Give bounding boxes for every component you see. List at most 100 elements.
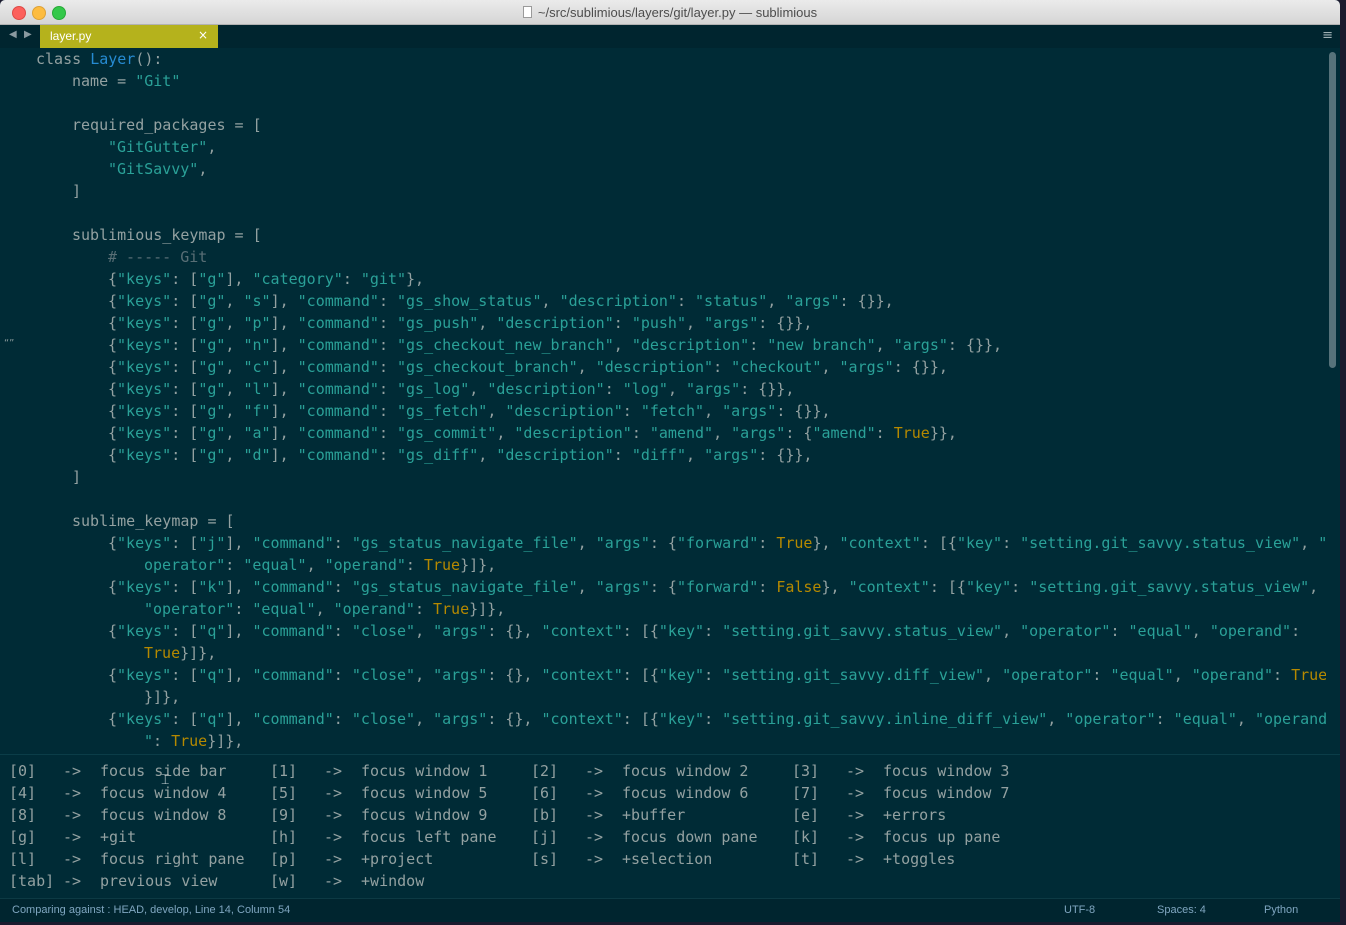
indentation-indicator[interactable]: Spaces: 4 bbox=[1157, 904, 1206, 916]
code-token: "key" bbox=[658, 666, 705, 684]
code-token: "g" bbox=[198, 270, 226, 288]
code-token: "gs_checkout_branch" bbox=[397, 358, 578, 376]
scrollbar-thumb[interactable] bbox=[1329, 52, 1336, 368]
code-token: }, bbox=[406, 270, 425, 288]
tab-layer-py[interactable]: layer.py × bbox=[40, 25, 218, 48]
code-token: "q" bbox=[198, 622, 226, 640]
code-token: , bbox=[541, 292, 560, 310]
code-token: "context" bbox=[541, 622, 623, 640]
which-key-entry[interactable]: [1] -> focus window 1 bbox=[270, 760, 487, 782]
which-key-entry[interactable]: [h] -> focus left pane bbox=[270, 826, 497, 848]
which-key-key: [6] bbox=[531, 784, 559, 802]
which-key-entry[interactable]: [0] -> focus side bar bbox=[9, 760, 226, 782]
which-key-entry[interactable]: [7] -> focus window 7 bbox=[792, 782, 1009, 804]
encoding-indicator[interactable]: UTF-8 bbox=[1064, 904, 1095, 916]
code-token: "amend" bbox=[649, 424, 714, 442]
code-token: class bbox=[36, 50, 91, 68]
code-token: "setting.git_savvy.status_view" bbox=[1029, 578, 1310, 596]
which-key-arrow: -> bbox=[63, 762, 82, 780]
code-token: "operator" bbox=[1002, 666, 1093, 684]
which-key-entry[interactable]: [e] -> +errors bbox=[792, 804, 946, 826]
code-token: , bbox=[225, 402, 244, 420]
code-token: "q" bbox=[198, 710, 226, 728]
which-key-entry[interactable]: [6] -> focus window 6 bbox=[531, 782, 748, 804]
which-key-key: [3] bbox=[792, 762, 820, 780]
syntax-indicator[interactable]: Python bbox=[1264, 904, 1298, 916]
code-token: "command" bbox=[297, 358, 379, 376]
code-token: , bbox=[478, 314, 497, 332]
which-key-action: focus right pane bbox=[91, 850, 245, 868]
code-token: , bbox=[225, 314, 244, 332]
which-key-entry[interactable]: [g] -> +git bbox=[9, 826, 136, 848]
which-key-entry[interactable]: [2] -> focus window 2 bbox=[531, 760, 748, 782]
code-token: : [{ bbox=[622, 710, 659, 728]
close-icon[interactable]: × bbox=[198, 28, 208, 42]
code-token: "keys" bbox=[117, 622, 172, 640]
code-token: : [ bbox=[171, 666, 199, 684]
code-token: : {}, bbox=[487, 622, 542, 640]
tab-bar: ◀ ▶ layer.py × ≡ bbox=[0, 25, 1340, 48]
which-key-entry[interactable]: [s] -> +selection bbox=[531, 848, 712, 870]
back-arrow-icon[interactable]: ◀ bbox=[9, 29, 17, 40]
code-token: True bbox=[776, 534, 813, 552]
code-token: "args" bbox=[785, 292, 840, 310]
code-token: "keys" bbox=[117, 292, 172, 310]
which-key-entry[interactable]: [8] -> focus window 8 bbox=[9, 804, 226, 826]
code-token: "command" bbox=[252, 622, 334, 640]
code-token: : bbox=[1155, 710, 1174, 728]
code-token: "args" bbox=[704, 314, 759, 332]
which-key-entry[interactable]: [p] -> +project bbox=[270, 848, 433, 870]
which-key-entry[interactable]: [t] -> +toggles bbox=[792, 848, 955, 870]
code-token: "keys" bbox=[117, 336, 172, 354]
which-key-entry[interactable]: [3] -> focus window 3 bbox=[792, 760, 1009, 782]
code-token: }]}, bbox=[144, 688, 181, 706]
which-key-entry[interactable]: [w] -> +window bbox=[270, 870, 424, 892]
which-key-entry[interactable]: [l] -> focus right pane bbox=[9, 848, 245, 870]
code-line: }]}, bbox=[0, 686, 1326, 708]
code-token: , bbox=[207, 138, 217, 156]
code-token: , bbox=[225, 446, 244, 464]
code-token: " bbox=[1318, 534, 1326, 552]
code-token: operator" bbox=[144, 556, 226, 574]
code-token: : bbox=[604, 380, 623, 398]
which-key-entry[interactable]: [9] -> focus window 9 bbox=[270, 804, 487, 826]
which-key-arrow: -> bbox=[585, 828, 604, 846]
code-token: "equal" bbox=[1110, 666, 1174, 684]
which-key-entry[interactable]: [tab] -> previous view bbox=[9, 870, 217, 892]
which-key-action: +selection bbox=[613, 850, 713, 868]
vertical-scrollbar[interactable] bbox=[1326, 48, 1340, 754]
code-token: "gs_fetch" bbox=[397, 402, 488, 420]
code-token: "args" bbox=[722, 402, 777, 420]
code-token: ], bbox=[225, 666, 253, 684]
code-token: # ----- Git bbox=[108, 248, 208, 266]
code-line: operator": "equal", "operand": True}]}, bbox=[0, 554, 1326, 576]
code-token: , bbox=[713, 424, 732, 442]
which-key-arrow: -> bbox=[324, 828, 343, 846]
code-token: "description" bbox=[496, 314, 614, 332]
code-token: "g" bbox=[198, 314, 226, 332]
which-key-entry[interactable]: [k] -> focus up pane bbox=[792, 826, 1000, 848]
which-key-entry[interactable]: [5] -> focus window 5 bbox=[270, 782, 487, 804]
code-token: : { bbox=[649, 578, 677, 596]
code-token: : [ bbox=[171, 336, 199, 354]
code-token: : bbox=[378, 292, 397, 310]
code-token: : bbox=[378, 446, 397, 464]
title-bar[interactable]: ~/src/sublimious/layers/git/layer.py — s… bbox=[0, 0, 1340, 25]
code-token: "new branch" bbox=[767, 336, 876, 354]
code-token: : bbox=[622, 402, 641, 420]
which-key-key: [h] bbox=[270, 828, 298, 846]
forward-arrow-icon[interactable]: ▶ bbox=[24, 29, 32, 40]
code-token: "equal" bbox=[243, 556, 307, 574]
code-token: ], bbox=[270, 358, 298, 376]
code-token: "gs_checkout_new_branch" bbox=[397, 336, 614, 354]
code-token: : bbox=[378, 380, 397, 398]
which-key-entry[interactable]: [4] -> focus window 4 bbox=[9, 782, 226, 804]
code-line: name = "Git" bbox=[0, 70, 1326, 92]
code-token: , bbox=[315, 600, 334, 618]
which-key-key: [s] bbox=[531, 850, 559, 868]
menu-icon[interactable]: ≡ bbox=[1322, 28, 1333, 43]
which-key-entry[interactable]: [b] -> +buffer bbox=[531, 804, 685, 826]
git-status-text: Comparing against : HEAD, develop, Line … bbox=[12, 904, 291, 916]
which-key-entry[interactable]: [j] -> focus down pane bbox=[531, 826, 758, 848]
code-editor[interactable]: class Layer(): name = "Git" required_pack… bbox=[0, 48, 1326, 754]
